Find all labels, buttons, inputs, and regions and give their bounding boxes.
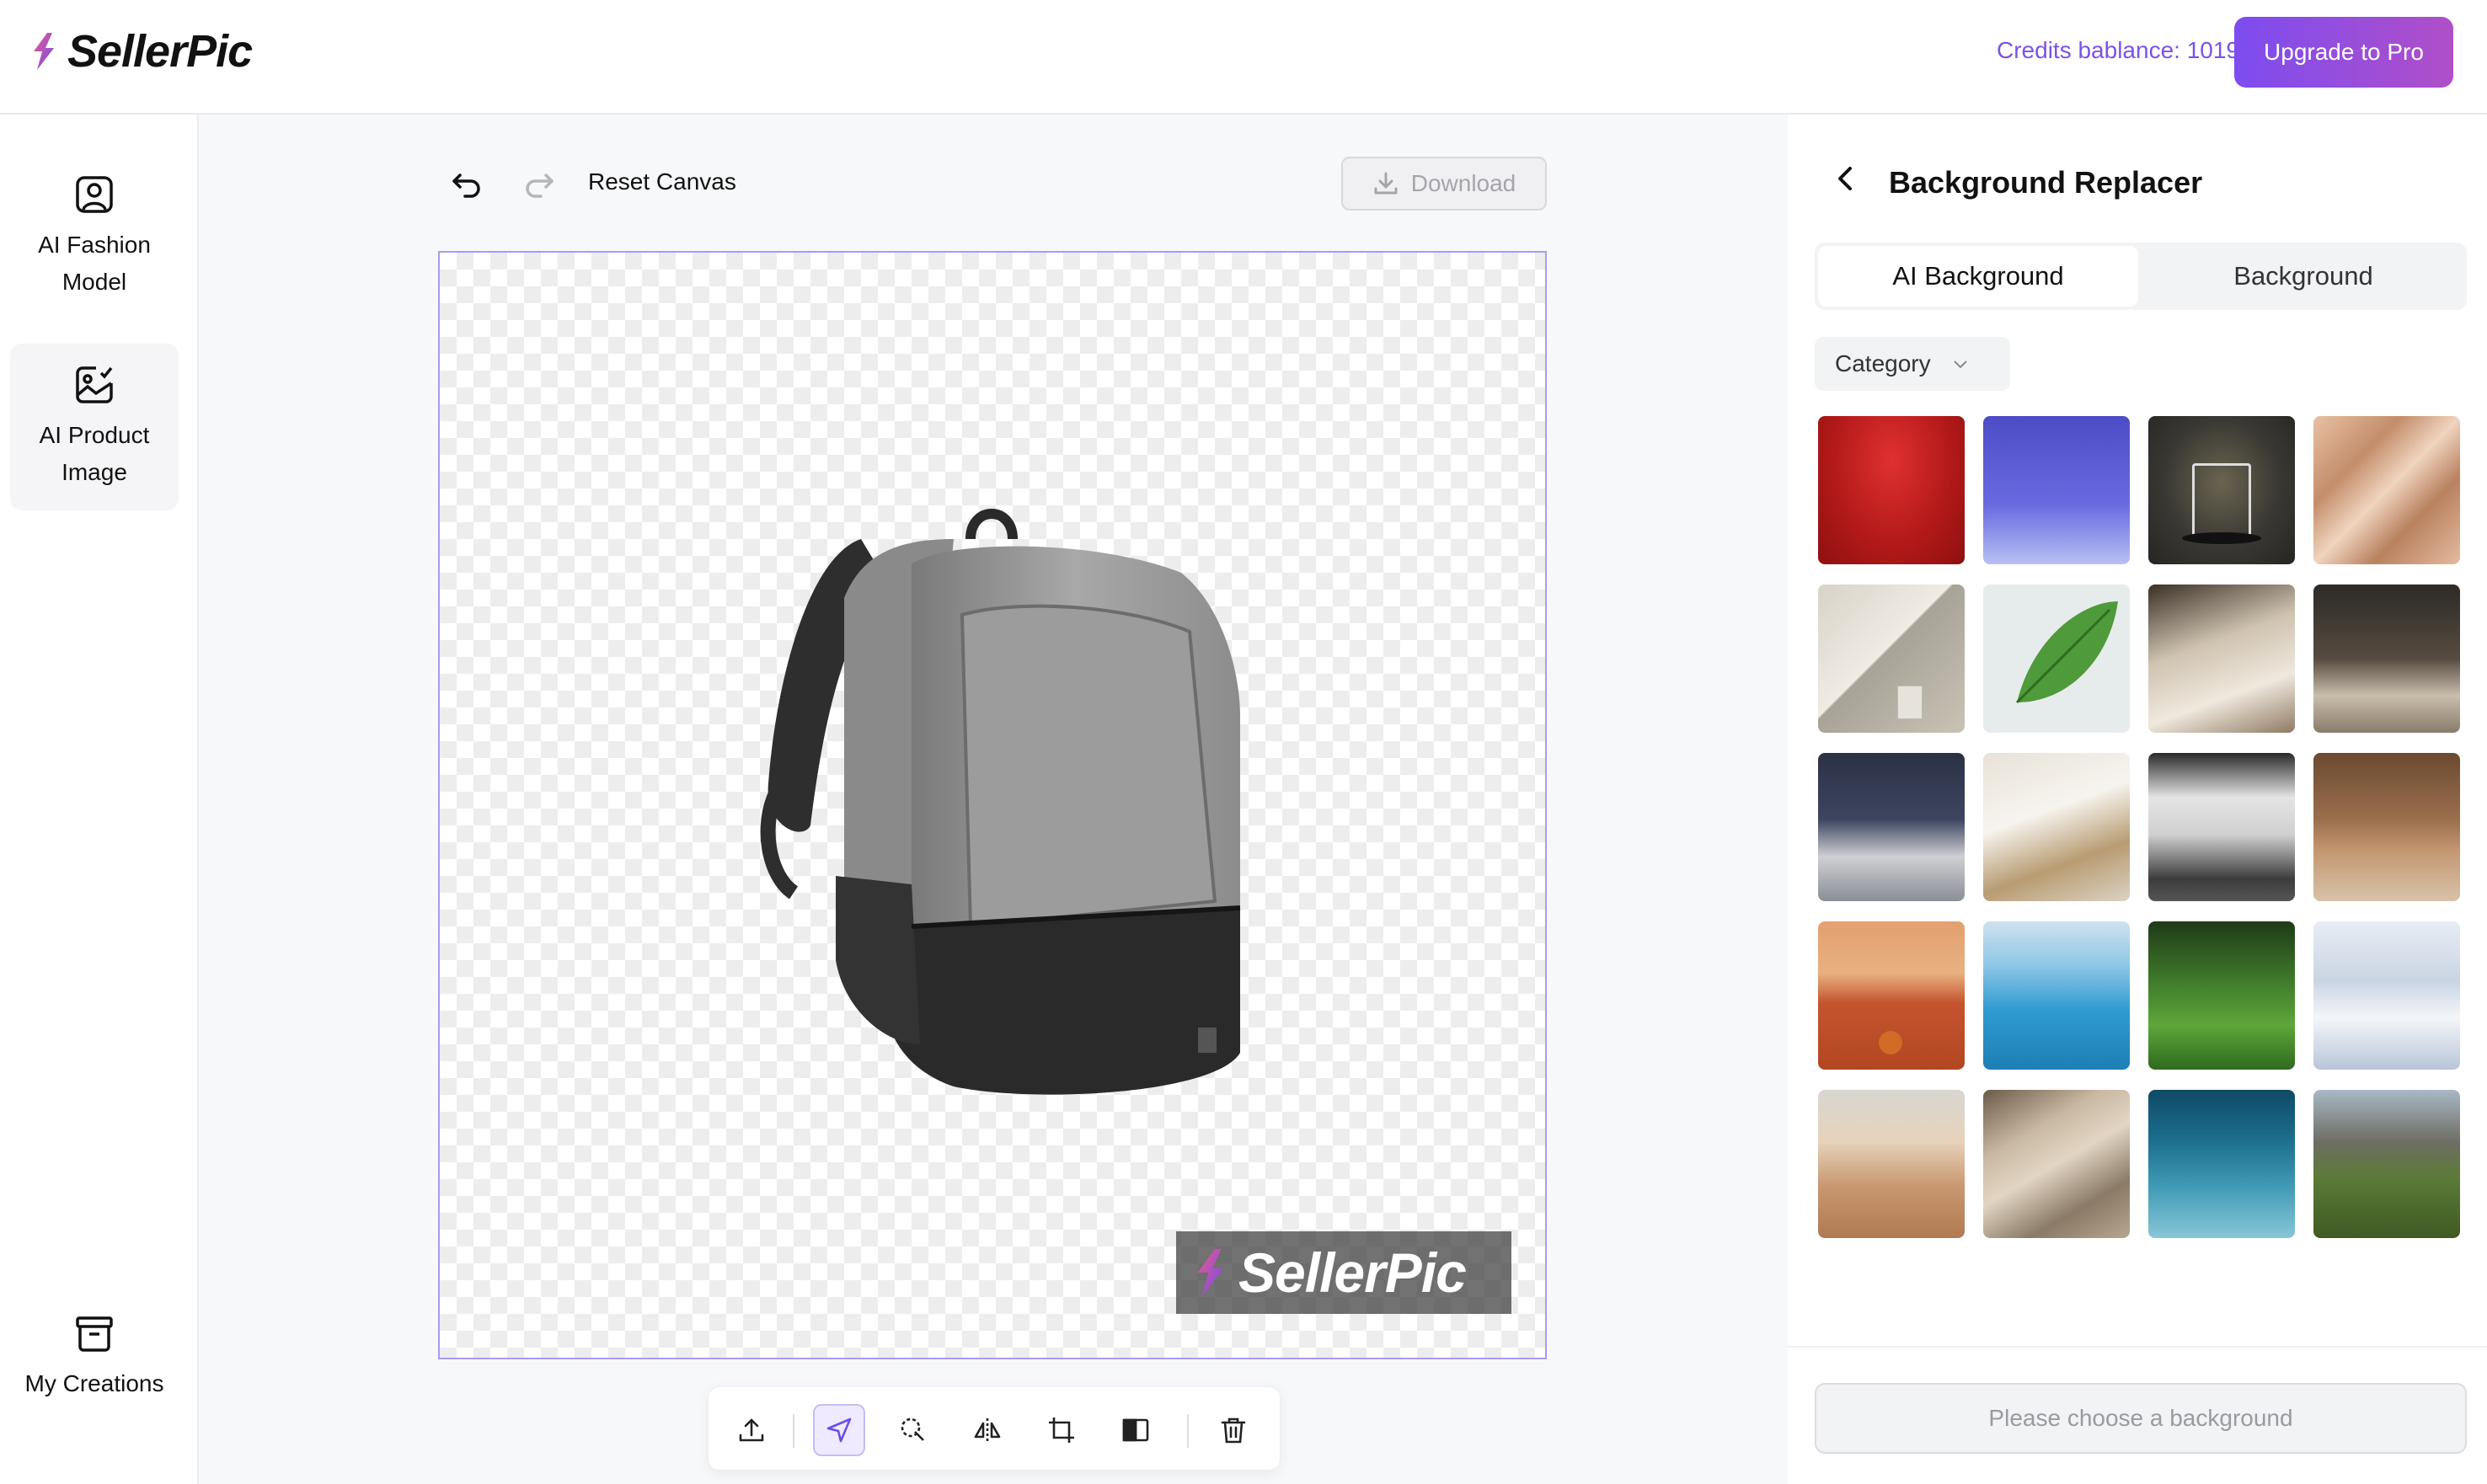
bg-thumb-blue-studio[interactable] (1983, 416, 2130, 564)
bg-thumb-red-studio[interactable] (1818, 416, 1965, 564)
logo-bolt-icon (34, 33, 54, 70)
bg-thumb-kitchen[interactable] (2148, 753, 2295, 901)
lasso-select-icon[interactable] (887, 1404, 939, 1456)
canvas-toolbar (708, 1386, 1281, 1471)
nav-label: AI Product (39, 422, 150, 448)
trash-icon[interactable] (1207, 1404, 1260, 1456)
tab-background[interactable]: Background (2143, 246, 2463, 307)
top-header: SellerPic Credits bablance: 1019 Upgrade… (0, 0, 2487, 115)
bg-thumb-green-leaf[interactable] (1983, 585, 2130, 733)
bg-thumb-office-desk[interactable] (1818, 753, 1965, 901)
background-tabs: AI Background Background (1815, 243, 2467, 310)
backpack-product-image[interactable] (743, 505, 1265, 1112)
bg-thumb-mountains[interactable] (2313, 1090, 2460, 1238)
bg-thumb-living-room[interactable] (2313, 753, 2460, 901)
upload-icon[interactable] (725, 1404, 778, 1456)
flip-icon[interactable] (961, 1404, 1014, 1456)
watermark: SellerPic (1176, 1231, 1511, 1314)
nav-label: My Creations (24, 1370, 164, 1396)
nav-label: AI Fashion (38, 232, 151, 258)
download-button[interactable]: Download (1341, 157, 1547, 211)
upgrade-button[interactable]: Upgrade to Pro (2234, 17, 2453, 88)
nav-item-product-image[interactable]: AI Product Image (10, 344, 179, 510)
crop-icon[interactable] (1035, 1404, 1088, 1456)
nav-item-my-creations[interactable]: My Creations (10, 1294, 179, 1420)
bg-thumb-pool[interactable] (1983, 921, 2130, 1070)
bg-thumb-snow[interactable] (2313, 921, 2460, 1070)
bg-thumb-dark-pedestal[interactable] (2148, 416, 2295, 564)
left-sidebar: AI Fashion Model AI Product Image My Cre… (0, 115, 199, 1484)
download-label: Download (1410, 170, 1516, 196)
canvas-workspace: Reset Canvas Download SellerPic (199, 115, 1788, 1484)
bg-thumb-cozy-table[interactable] (2148, 585, 2295, 733)
bg-thumb-satin-fabric[interactable] (2313, 416, 2460, 564)
bg-thumb-window-room[interactable] (1983, 753, 2130, 901)
bg-thumb-rocks[interactable] (1983, 1090, 2130, 1238)
logo-text: SellerPic (67, 26, 253, 77)
bg-thumb-bedroom[interactable] (2313, 585, 2460, 733)
chevron-down-icon (1953, 360, 1967, 369)
bg-thumb-tennis-court[interactable] (1818, 921, 1965, 1070)
bg-thumb-grass[interactable] (2148, 921, 2295, 1070)
bg-thumb-shadow-wall[interactable] (1818, 585, 1965, 733)
nav-item-fashion-model[interactable]: AI Fashion Model (10, 153, 179, 320)
redo-icon[interactable] (519, 163, 559, 204)
tab-ai-background[interactable]: AI Background (1818, 246, 2138, 307)
archive-icon (76, 1316, 113, 1352)
nav-label: Model (62, 269, 127, 295)
choose-background-button[interactable]: Please choose a background (1815, 1383, 2467, 1454)
select-pointer-icon[interactable] (813, 1404, 865, 1456)
undo-icon[interactable] (447, 163, 487, 204)
panel-title: Background Replacer (1889, 165, 2203, 200)
compare-icon[interactable] (1110, 1404, 1162, 1456)
category-dropdown[interactable]: Category (1815, 337, 2010, 391)
bg-thumb-underwater[interactable] (2148, 1090, 2295, 1238)
right-panel: Background Replacer AI Background Backgr… (1788, 115, 2487, 1484)
credits-balance: Credits bablance: 1019 (1997, 37, 2239, 63)
logo[interactable]: SellerPic (29, 25, 253, 77)
fashion-model-icon (76, 176, 113, 213)
nav-label: Image (62, 459, 127, 485)
download-icon (1374, 172, 1398, 195)
logo-bolt-icon (1197, 1248, 1224, 1297)
watermark-text: SellerPic (1238, 1241, 1467, 1304)
bg-thumb-desert[interactable] (1818, 1090, 1965, 1238)
product-image-icon (76, 366, 113, 403)
image-canvas[interactable]: SellerPic (438, 251, 1547, 1359)
reset-canvas-button[interactable]: Reset Canvas (588, 168, 736, 195)
category-label: Category (1835, 350, 1931, 376)
back-chevron-icon[interactable] (1830, 162, 1864, 195)
